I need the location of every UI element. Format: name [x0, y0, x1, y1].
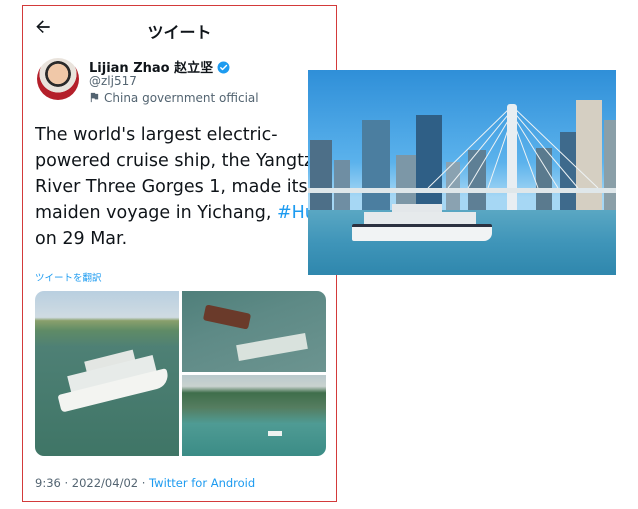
tweet-source-link[interactable]: Twitter for Android: [149, 476, 255, 490]
media-photo-ship[interactable]: [35, 291, 179, 456]
tweet-card: ツイート Lijian Zhao 赵立坚 @zlj517 China gover…: [22, 5, 337, 502]
tweet-text-line: maiden voyage in Yichang, #Hubei: [35, 200, 310, 226]
government-label[interactable]: China government official: [89, 91, 259, 105]
flag-icon: [90, 92, 99, 103]
hashtag-link[interactable]: #Hubei: [277, 203, 310, 223]
author-handle[interactable]: @zlj517: [89, 74, 137, 88]
tweet-timestamp[interactable]: 9:36 · 2022/04/02 ·: [35, 476, 149, 490]
avatar[interactable]: [37, 58, 79, 100]
translate-tweet-link[interactable]: ツイートを翻訳: [35, 270, 102, 284]
media-grid: [35, 291, 326, 456]
bridge-deck: [308, 188, 616, 193]
tweet-meta: 9:36 · 2022/04/02 · Twitter for Android: [35, 476, 255, 490]
overlay-photo-cruise-ship: [308, 70, 616, 275]
tweet-text: The world's largest electric- powered cr…: [35, 122, 310, 252]
ship-illustration: [352, 202, 492, 241]
tweet-header-bar: ツイート: [23, 6, 336, 50]
page-title: ツイート: [147, 23, 212, 42]
verified-badge-icon: [217, 61, 230, 74]
tweet-text-segment: maiden voyage in Yichang,: [35, 203, 277, 223]
government-label-text: China government official: [104, 91, 259, 105]
tweet-text-line: on 29 Mar.: [35, 229, 128, 249]
media-photo-dock[interactable]: [182, 291, 326, 372]
tweet-text-line: powered cruise ship, the Yangtze: [35, 151, 310, 171]
ship-illustration: [51, 339, 178, 416]
tweet-text-line: River Three Gorges 1, made its: [35, 177, 308, 197]
tweet-text-line: The world's largest electric-: [35, 125, 278, 145]
bridge-tower: [507, 104, 517, 222]
media-photo-gorge[interactable]: [182, 375, 326, 456]
